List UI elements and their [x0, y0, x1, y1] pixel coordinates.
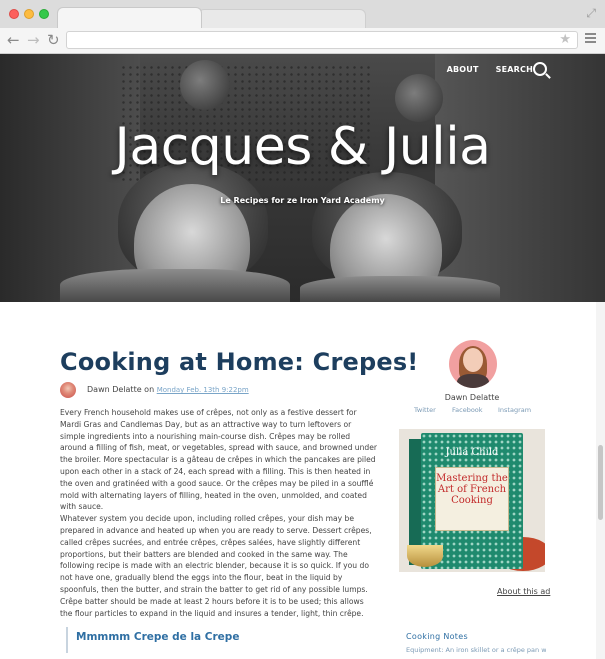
tab-current[interactable] — [57, 7, 202, 28]
recipe-subheading-block: Mmmmm Crepe de la Crepe — [66, 627, 239, 653]
hero-photo-pan — [180, 60, 230, 110]
back-arrow-icon[interactable]: ← — [7, 32, 20, 48]
hero-photo-background-right — [435, 54, 605, 302]
search-icon[interactable] — [533, 62, 547, 76]
author-name: Dawn Delatte — [444, 393, 500, 402]
post-title: Cooking at Home: Crepes! — [60, 348, 419, 376]
ad-photo-bowl — [407, 545, 443, 567]
site-tagline: Le Recipes for ze Iron Yard Academy — [220, 196, 385, 205]
close-window-button[interactable] — [9, 9, 19, 19]
ad-book-title: Mastering the Art of French Cooking — [436, 473, 508, 506]
hero-photo-pan — [395, 74, 443, 122]
social-link-facebook[interactable]: Facebook — [452, 406, 483, 414]
forward-arrow-icon[interactable]: → — [27, 32, 40, 48]
browser-chrome: ⤢ ← → ↻ ★ — [0, 0, 605, 54]
reload-icon[interactable]: ↻ — [47, 32, 60, 48]
tab-bar: ⤢ — [0, 0, 605, 28]
social-link-twitter[interactable]: Twitter — [414, 406, 436, 414]
nav-search-link[interactable]: SEARCH — [496, 65, 533, 74]
hero-photo-figure — [60, 269, 290, 302]
author-avatar-small — [60, 382, 76, 398]
about-this-ad-link[interactable]: About this ad — [497, 587, 550, 596]
site-title: Jacques & Julia — [114, 117, 492, 177]
author-avatar — [449, 340, 497, 388]
hero-banner: ABOUT SEARCH Jacques & Julia Le Recipes … — [0, 54, 605, 302]
byline-on: on — [144, 385, 155, 394]
byline-text: Dawn Delatte on Monday Feb. 13th 9:22pm — [87, 385, 249, 394]
cooking-notes-text: Equipment: An iron skillet or a crêpe pa… — [406, 646, 546, 654]
ad-book-label: Mastering the Art of French Cooking — [435, 467, 509, 531]
star-icon[interactable]: ★ — [559, 32, 571, 47]
recipe-subheading: Mmmmm Crepe de la Crepe — [76, 631, 240, 643]
cooking-notes-heading: Cooking Notes — [406, 632, 468, 641]
tab-new[interactable] — [198, 9, 366, 28]
site-nav: ABOUT SEARCH — [433, 65, 533, 74]
post-paragraph: Every French household makes use of crêp… — [60, 408, 378, 512]
hero-photo-background — [0, 54, 140, 302]
sidebar-ad-image[interactable]: Julia Child Mastering the Art of French … — [399, 429, 545, 572]
hamburger-menu-icon[interactable] — [585, 33, 596, 45]
browser-toolbar: ← → ↻ ★ — [0, 28, 605, 54]
post-date-link[interactable]: Monday Feb. 13th 9:22pm — [157, 386, 249, 394]
address-bar[interactable]: ★ — [66, 31, 578, 49]
expand-icon[interactable]: ⤢ — [586, 6, 596, 21]
post-body: Every French household makes use of crêp… — [60, 407, 378, 619]
page-scrollbar-thumb[interactable] — [598, 445, 603, 520]
hero-photo-figure — [300, 276, 500, 302]
social-link-instagram[interactable]: Instagram — [498, 406, 531, 414]
nav-about-link[interactable]: ABOUT — [447, 65, 479, 74]
maximize-window-button[interactable] — [39, 9, 49, 19]
byline-author[interactable]: Dawn Delatte — [87, 385, 142, 394]
post-paragraph: Whatever system you decide upon, includi… — [60, 514, 372, 618]
ad-book-author: Julia Child — [445, 447, 499, 458]
minimize-window-button[interactable] — [24, 9, 34, 19]
